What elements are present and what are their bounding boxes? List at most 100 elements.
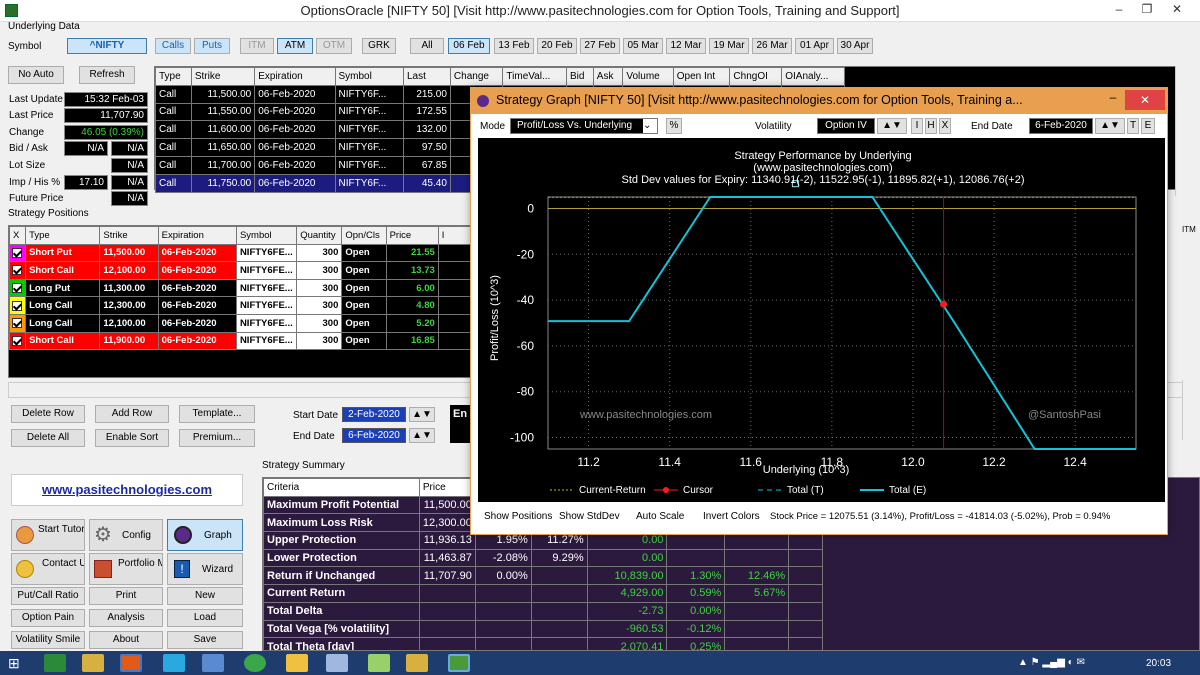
- explorer-taskbar-icon[interactable]: [286, 654, 308, 672]
- positions-col-3[interactable]: Expiration: [157, 226, 237, 245]
- graph-close-button[interactable]: ✕: [1125, 90, 1165, 110]
- quotes-col-11[interactable]: ChngOI: [729, 67, 783, 86]
- expiry-filter-2[interactable]: 20 Feb: [537, 38, 577, 54]
- show-positions-button[interactable]: Show Positions: [484, 511, 552, 522]
- position-checkbox-cell[interactable]: [8, 331, 27, 351]
- expiry-filter-4[interactable]: 05 Mar: [623, 38, 663, 54]
- quotes-col-9[interactable]: Volume: [622, 67, 674, 86]
- positions-col-0[interactable]: X: [8, 226, 27, 245]
- delete-all-button[interactable]: Delete All: [11, 429, 85, 447]
- analysis-button[interactable]: Analysis: [89, 609, 163, 627]
- expiry-filter-1[interactable]: 13 Feb: [494, 38, 534, 54]
- end-date-picker[interactable]: 6-Feb-2020: [342, 428, 406, 443]
- checkbox-icon[interactable]: [12, 335, 22, 346]
- expiry-filter-0[interactable]: 06 Feb: [448, 38, 490, 54]
- i-toggle[interactable]: I: [911, 118, 923, 134]
- e-toggle[interactable]: E: [1141, 118, 1155, 134]
- position-row[interactable]: Long Put 11,300.00 06-Feb-2020 NIFTY6FE... 3…: [8, 278, 480, 298]
- about-button[interactable]: About: [89, 631, 163, 649]
- t-toggle[interactable]: T: [1127, 118, 1139, 134]
- app3-taskbar-icon[interactable]: [406, 654, 428, 672]
- mode-dropdown[interactable]: Profit/Loss Vs. Underlying ⌄: [510, 118, 658, 134]
- checkbox-icon[interactable]: [12, 300, 22, 311]
- premium-button[interactable]: Premium...: [179, 429, 255, 447]
- quotes-col-12[interactable]: OIAnaly...: [781, 67, 845, 86]
- positions-col-5[interactable]: Quantity: [296, 226, 343, 245]
- quotes-col-4[interactable]: Last: [402, 67, 451, 86]
- quotes-col-10[interactable]: Open Int: [672, 67, 731, 86]
- quotes-col-6[interactable]: TimeVal...: [502, 67, 567, 86]
- quotes-col-5[interactable]: Change: [449, 67, 504, 86]
- enable-sort-button[interactable]: Enable Sort: [95, 429, 169, 447]
- position-row[interactable]: Short Call 12,100.00 06-Feb-2020 NIFTY6FE..…: [8, 261, 480, 280]
- auto-scale-button[interactable]: Auto Scale: [636, 511, 684, 522]
- quotes-col-0[interactable]: Type: [155, 67, 192, 86]
- checkbox-icon[interactable]: [12, 247, 22, 258]
- positions-col-4[interactable]: Symbol: [235, 226, 298, 245]
- calls-filter[interactable]: Calls: [155, 38, 191, 54]
- volatility-spinner[interactable]: ▲▼: [877, 118, 907, 134]
- minimize-button[interactable]: –: [1106, 2, 1132, 16]
- symbol-input[interactable]: ^NIFTY: [67, 38, 147, 54]
- checkbox-icon[interactable]: [12, 283, 22, 294]
- positions-col-6[interactable]: Opn/Cls: [341, 226, 387, 245]
- print-button[interactable]: Print: [89, 587, 163, 605]
- chrome-taskbar-icon[interactable]: [244, 654, 266, 672]
- position-checkbox-cell[interactable]: [8, 313, 27, 333]
- positions-col-2[interactable]: Strike: [99, 226, 159, 245]
- grk-button[interactable]: GRK: [362, 38, 396, 54]
- option-pain-button[interactable]: Option Pain: [11, 609, 85, 627]
- itm-filter[interactable]: ITM: [240, 38, 274, 54]
- otm-filter[interactable]: OTM: [316, 38, 352, 54]
- position-checkbox-cell[interactable]: [8, 278, 27, 298]
- app2-taskbar-icon[interactable]: [368, 654, 390, 672]
- start-date-spinner[interactable]: ▲▼: [409, 407, 435, 422]
- quotes-col-8[interactable]: Ask: [592, 67, 624, 86]
- save-button[interactable]: Save: [167, 631, 243, 649]
- end-date-spinner[interactable]: ▲▼: [409, 428, 435, 443]
- drive-taskbar-icon[interactable]: [163, 654, 185, 672]
- volatility-input[interactable]: Option IV: [817, 118, 875, 134]
- graph-end-date-spinner[interactable]: ▲▼: [1095, 118, 1125, 134]
- notepad-taskbar-icon[interactable]: [202, 654, 224, 672]
- expiry-filter-9[interactable]: 30 Apr: [837, 38, 873, 54]
- graph-end-date-input[interactable]: 6-Feb-2020: [1029, 118, 1093, 134]
- expiry-filter-6[interactable]: 19 Mar: [709, 38, 749, 54]
- quotes-scrollbar[interactable]: [1175, 66, 1189, 196]
- graph-button[interactable]: Graph: [167, 519, 243, 551]
- h-toggle[interactable]: H: [925, 118, 937, 134]
- put-call-ratio-button[interactable]: Put/Call Ratio: [11, 587, 85, 605]
- positions-vscrollbar[interactable]: [1182, 380, 1198, 440]
- x-toggle[interactable]: X: [939, 118, 951, 134]
- start-tutorial-button[interactable]: Start Tutorial: [11, 519, 85, 551]
- refresh-button[interactable]: Refresh: [79, 66, 135, 84]
- no-auto-button[interactable]: No Auto: [8, 66, 64, 84]
- expiry-filter-5[interactable]: 12 Mar: [666, 38, 706, 54]
- quotes-col-2[interactable]: Expiration: [254, 67, 336, 86]
- wizard-button[interactable]: ! Wizard: [167, 553, 243, 585]
- invert-colors-button[interactable]: Invert Colors: [703, 511, 760, 522]
- folder-taskbar-icon[interactable]: [82, 654, 104, 672]
- add-row-button[interactable]: Add Row: [95, 405, 169, 423]
- graph-minimize-button[interactable]: –: [1103, 90, 1123, 104]
- quotes-col-1[interactable]: Strike: [190, 67, 256, 86]
- config-button[interactable]: ⚙ Config: [89, 519, 163, 551]
- position-checkbox-cell[interactable]: [8, 296, 27, 315]
- expiry-filter-3[interactable]: 27 Feb: [580, 38, 620, 54]
- quotes-col-3[interactable]: Symbol: [334, 67, 404, 86]
- checkbox-icon[interactable]: [12, 265, 22, 276]
- app-taskbar-icon[interactable]: [326, 654, 348, 672]
- firefox-taskbar-icon[interactable]: [120, 654, 142, 672]
- checkbox-icon[interactable]: [12, 318, 22, 329]
- new-button[interactable]: New: [167, 587, 243, 605]
- expiry-filter-7[interactable]: 26 Mar: [752, 38, 792, 54]
- puts-filter[interactable]: Puts: [194, 38, 230, 54]
- close-button[interactable]: ✕: [1164, 2, 1190, 16]
- expiry-filter-8[interactable]: 01 Apr: [795, 38, 834, 54]
- load-button[interactable]: Load: [167, 609, 243, 627]
- tray-icons[interactable]: ▲ ⚑ ▂▄▆ ◐ ✉: [1018, 657, 1085, 668]
- positions-col-7[interactable]: Price: [385, 226, 439, 245]
- position-checkbox-cell[interactable]: [8, 261, 27, 280]
- delete-row-button[interactable]: Delete Row: [11, 405, 85, 423]
- position-row[interactable]: Long Call 12,300.00 06-Feb-2020 NIFTY6FE...…: [8, 296, 480, 315]
